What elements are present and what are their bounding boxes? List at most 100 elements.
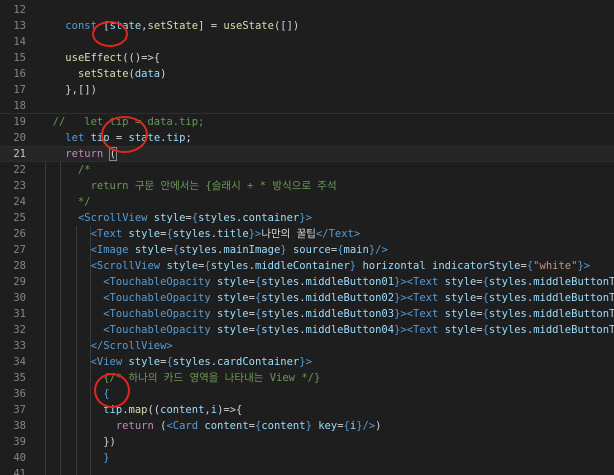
code-text: <ScrollView style={styles.container}> <box>40 210 312 226</box>
code-token: } <box>280 244 293 256</box>
code-token: setState <box>77 68 129 80</box>
code-line[interactable]: 32 <TouchableOpacity style={styles.middl… <box>0 322 614 338</box>
code-token: style <box>134 244 167 256</box>
code-token: {/* 하나의 카드 영역을 나타내는 View */} <box>103 372 321 384</box>
code-text: },[]) <box>40 82 97 98</box>
code-token: const <box>65 20 104 32</box>
code-editor[interactable]: 12 13 const [state,setState] = useState([… <box>0 0 614 475</box>
code-token: /> <box>362 420 376 432</box>
code-line[interactable]: 24 */ <box>0 194 614 210</box>
code-text: useEffect(()=>{ <box>40 50 160 66</box>
code-line[interactable]: 29 <TouchableOpacity style={styles.middl… <box>0 274 614 290</box>
code-line[interactable]: 18 <box>0 98 614 114</box>
code-line[interactable]: 31 <TouchableOpacity style={styles.middl… <box>0 306 614 322</box>
code-line[interactable]: 15 useEffect(()=>{ <box>0 50 614 66</box>
code-token: source <box>292 244 331 256</box>
line-number: 12 <box>13 4 26 16</box>
line-number: 15 <box>13 52 26 64</box>
code-line[interactable]: 13 const [state,setState] = useState([]) <box>0 18 614 34</box>
line-number: 26 <box>13 228 26 240</box>
code-token: styles <box>488 308 527 320</box>
code-token: </ScrollView> <box>90 340 173 352</box>
code-line[interactable]: 25 <ScrollView style={styles.container}> <box>0 210 614 226</box>
code-token: style <box>444 324 477 336</box>
indent-guide <box>45 162 46 475</box>
code-line[interactable]: 30 <TouchableOpacity style={styles.middl… <box>0 290 614 306</box>
code-token: ) <box>160 68 167 80</box>
code-line[interactable]: 41 <box>0 466 614 475</box>
code-token: middleButtonText <box>533 292 614 304</box>
line-number: 17 <box>13 84 26 96</box>
code-token: middleButton02 <box>305 292 395 304</box>
code-text: <Text style={styles.title}>나만의 꿀팁</Text> <box>40 226 361 242</box>
code-line[interactable]: 36 { <box>0 386 614 402</box>
code-token: mainImage <box>223 244 281 256</box>
code-token: data <box>134 68 161 80</box>
code-text: <TouchableOpacity style={styles.middleBu… <box>40 306 614 322</box>
code-token: > <box>583 260 591 272</box>
code-token: container <box>242 212 300 224</box>
code-token: styles <box>488 276 527 288</box>
code-token: style <box>217 292 249 304</box>
code-token: }) <box>103 436 116 448</box>
code-token: styles <box>179 244 218 256</box>
code-line[interactable]: 17 },[]) <box>0 82 614 98</box>
code-line[interactable]: 39 }) <box>0 434 614 450</box>
code-token: > <box>305 356 312 368</box>
line-number: 25 <box>13 212 26 224</box>
code-token: */ <box>40 196 91 208</box>
code-line[interactable]: 40 } <box>0 450 614 466</box>
line-number: 39 <box>13 436 26 448</box>
code-line[interactable]: 12 <box>0 2 614 18</box>
code-line[interactable]: 20 let tip = state.tip; <box>0 130 614 146</box>
code-line[interactable]: 28 <ScrollView style={styles.middleConta… <box>0 258 614 274</box>
code-token: <Image <box>90 244 135 256</box>
code-line[interactable]: 37 tip.map((content,i)=>{ <box>0 402 614 418</box>
line-number: 22 <box>13 164 26 176</box>
code-line[interactable]: 23 return 구문 안에서는 {슬래시 + * 방식으로 주석 <box>0 178 614 194</box>
code-line[interactable]: 38 return (<Card content={content} key={… <box>0 418 614 434</box>
code-line[interactable]: 33 </ScrollView> <box>0 338 614 354</box>
code-token: styles <box>261 324 300 336</box>
code-token: style <box>166 260 199 272</box>
code-line[interactable]: 35 {/* 하나의 카드 영역을 나타내는 View */} <box>0 370 614 386</box>
code-line[interactable]: 34 <View style={styles.cardContainer}> <box>0 354 614 370</box>
code-text: <View style={styles.cardContainer}> <box>40 354 312 370</box>
code-text: return 구문 안에서는 {슬래시 + * 방식으로 주석 <box>40 178 337 194</box>
code-token: } <box>349 260 363 272</box>
line-number: 19 <box>13 116 26 128</box>
code-token: <View <box>90 356 129 368</box>
code-token: middleButton01 <box>305 276 395 288</box>
code-token: styles <box>172 356 211 368</box>
code-token: style <box>217 324 249 336</box>
code-text: <TouchableOpacity style={styles.middleBu… <box>40 290 614 306</box>
code-line[interactable]: 27 <Image style={styles.mainImage} sourc… <box>0 242 614 258</box>
code-text: <TouchableOpacity style={styles.middleBu… <box>40 322 614 338</box>
code-token: style <box>217 308 249 320</box>
code-token: style <box>153 212 186 224</box>
section-divider <box>0 113 614 114</box>
code-line[interactable]: 22 /* <box>0 162 614 178</box>
code-token: styles <box>172 228 211 240</box>
code-text: return (<Card content={content} key={i}/… <box>40 418 382 434</box>
code-token: </Text> <box>315 228 361 240</box>
code-line[interactable]: 14 <box>0 34 614 50</box>
code-token: } <box>103 452 110 464</box>
code-token: <ScrollView <box>77 212 154 224</box>
code-line[interactable]: 16 setState(data) <box>0 66 614 82</box>
code-line[interactable]: 26 <Text style={styles.title}>나만의 꿀팁</Te… <box>0 226 614 242</box>
code-token: middleContainer <box>254 260 350 272</box>
code-token: <ScrollView <box>90 260 167 272</box>
code-token: ( <box>108 147 117 161</box>
line-number: 21 <box>13 148 26 160</box>
code-line[interactable]: 19 // let tip = data.tip; <box>0 114 614 130</box>
code-token: key <box>318 420 338 432</box>
code-line[interactable]: 21 return ( <box>0 146 614 162</box>
code-text: {/* 하나의 카드 영역을 나타내는 View */} <box>40 370 320 386</box>
